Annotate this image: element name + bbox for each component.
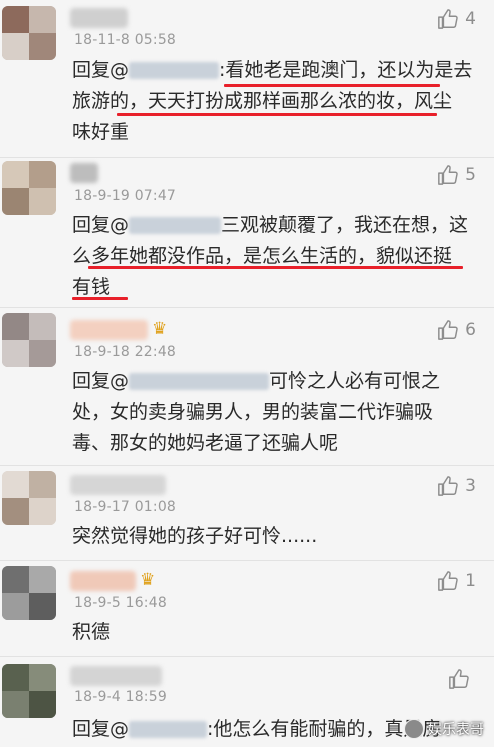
mention-blurred[interactable] (129, 373, 270, 390)
comment-date: 18-9-17 01:08 (74, 499, 177, 515)
comment-text: 突然觉得她的孩子好可怜...... (72, 525, 318, 547)
highlight-underline (224, 84, 440, 87)
avatar[interactable] (2, 6, 56, 60)
like-count: 1 (465, 571, 476, 591)
comment-item: ♛ 18-9-18 22:48 6 回复@ 可怜之人必有可恨之 处，女的卖身骗男人… (0, 307, 494, 466)
thumbs-up-icon (438, 571, 458, 591)
comment-item: 18-9-19 07:47 5 回复@ 三观被颠覆了，我还在想，这 么多年她都没作… (0, 157, 494, 308)
comment-text: 积德 (72, 621, 111, 643)
comment-date: 18-9-5 16:48 (74, 595, 167, 611)
avatar[interactable] (2, 313, 56, 367)
comment-item: 18-9-17 01:08 3 突然觉得她的孩子好可怜...... (0, 465, 494, 561)
thumbs-up-icon (438, 320, 458, 340)
username-blurred[interactable] (70, 571, 136, 591)
username-blurred[interactable] (70, 666, 162, 686)
thumbs-up-icon (449, 669, 469, 689)
thumbs-up-icon (438, 9, 458, 29)
mention-blurred[interactable] (129, 721, 208, 738)
username-blurred[interactable] (70, 320, 148, 340)
like-count: 4 (465, 9, 476, 29)
like-button[interactable]: 6 (437, 319, 476, 341)
like-button[interactable]: 3 (437, 475, 476, 497)
thumbs-up-icon (438, 476, 458, 496)
like-button[interactable]: 1 (437, 570, 476, 592)
vip-crown-icon: ♛ (140, 570, 156, 590)
avatar[interactable] (2, 161, 56, 215)
highlight-underline (72, 297, 128, 300)
comment-date: 18-9-18 22:48 (74, 344, 177, 360)
like-button[interactable]: 4 (437, 8, 476, 30)
avatar[interactable] (2, 566, 56, 620)
comment-item: 18-11-8 05:58 4 回复@:看她老是跑澳门，还以为是去 旅游的，天天… (0, 0, 494, 158)
highlight-underline (88, 266, 463, 269)
like-button[interactable]: 5 (437, 164, 476, 186)
vip-crown-icon: ♛ (152, 319, 168, 339)
mention-blurred[interactable] (129, 62, 220, 79)
username-blurred[interactable] (70, 8, 128, 28)
comment-date: 18-9-4 18:59 (74, 689, 167, 705)
watermark-logo-icon (404, 719, 424, 739)
watermark: 娱乐表哥 (404, 719, 484, 739)
comment-date: 18-11-8 05:58 (74, 32, 177, 48)
like-button[interactable] (448, 668, 476, 690)
comment-text: 回复@ 三观被颠覆了，我还在想，这 么多年她都没作品，是怎么生活的，貌似还挺 有钱 (72, 214, 469, 298)
avatar[interactable] (2, 664, 56, 718)
avatar[interactable] (2, 471, 56, 525)
like-count: 5 (465, 165, 476, 185)
highlight-underline (117, 113, 437, 116)
like-count: 6 (465, 320, 476, 340)
username-blurred[interactable] (70, 475, 166, 495)
thumbs-up-icon (438, 165, 458, 185)
like-count: 3 (465, 476, 476, 496)
username-blurred[interactable] (70, 163, 98, 183)
comment-text: 回复@:看她老是跑澳门，还以为是去 旅游的，天天打扮成那样画那么浓的妆，风尘 味… (72, 59, 473, 143)
mention-blurred[interactable] (129, 217, 222, 234)
comment-item: ♛ 18-9-5 16:48 1 积德 (0, 560, 494, 657)
comment-date: 18-9-19 07:47 (74, 188, 177, 204)
comment-text: 回复@ 可怜之人必有可恨之 处，女的卖身骗男人，男的装富二代诈骗吸 毒、那女的她妈… (72, 370, 441, 454)
